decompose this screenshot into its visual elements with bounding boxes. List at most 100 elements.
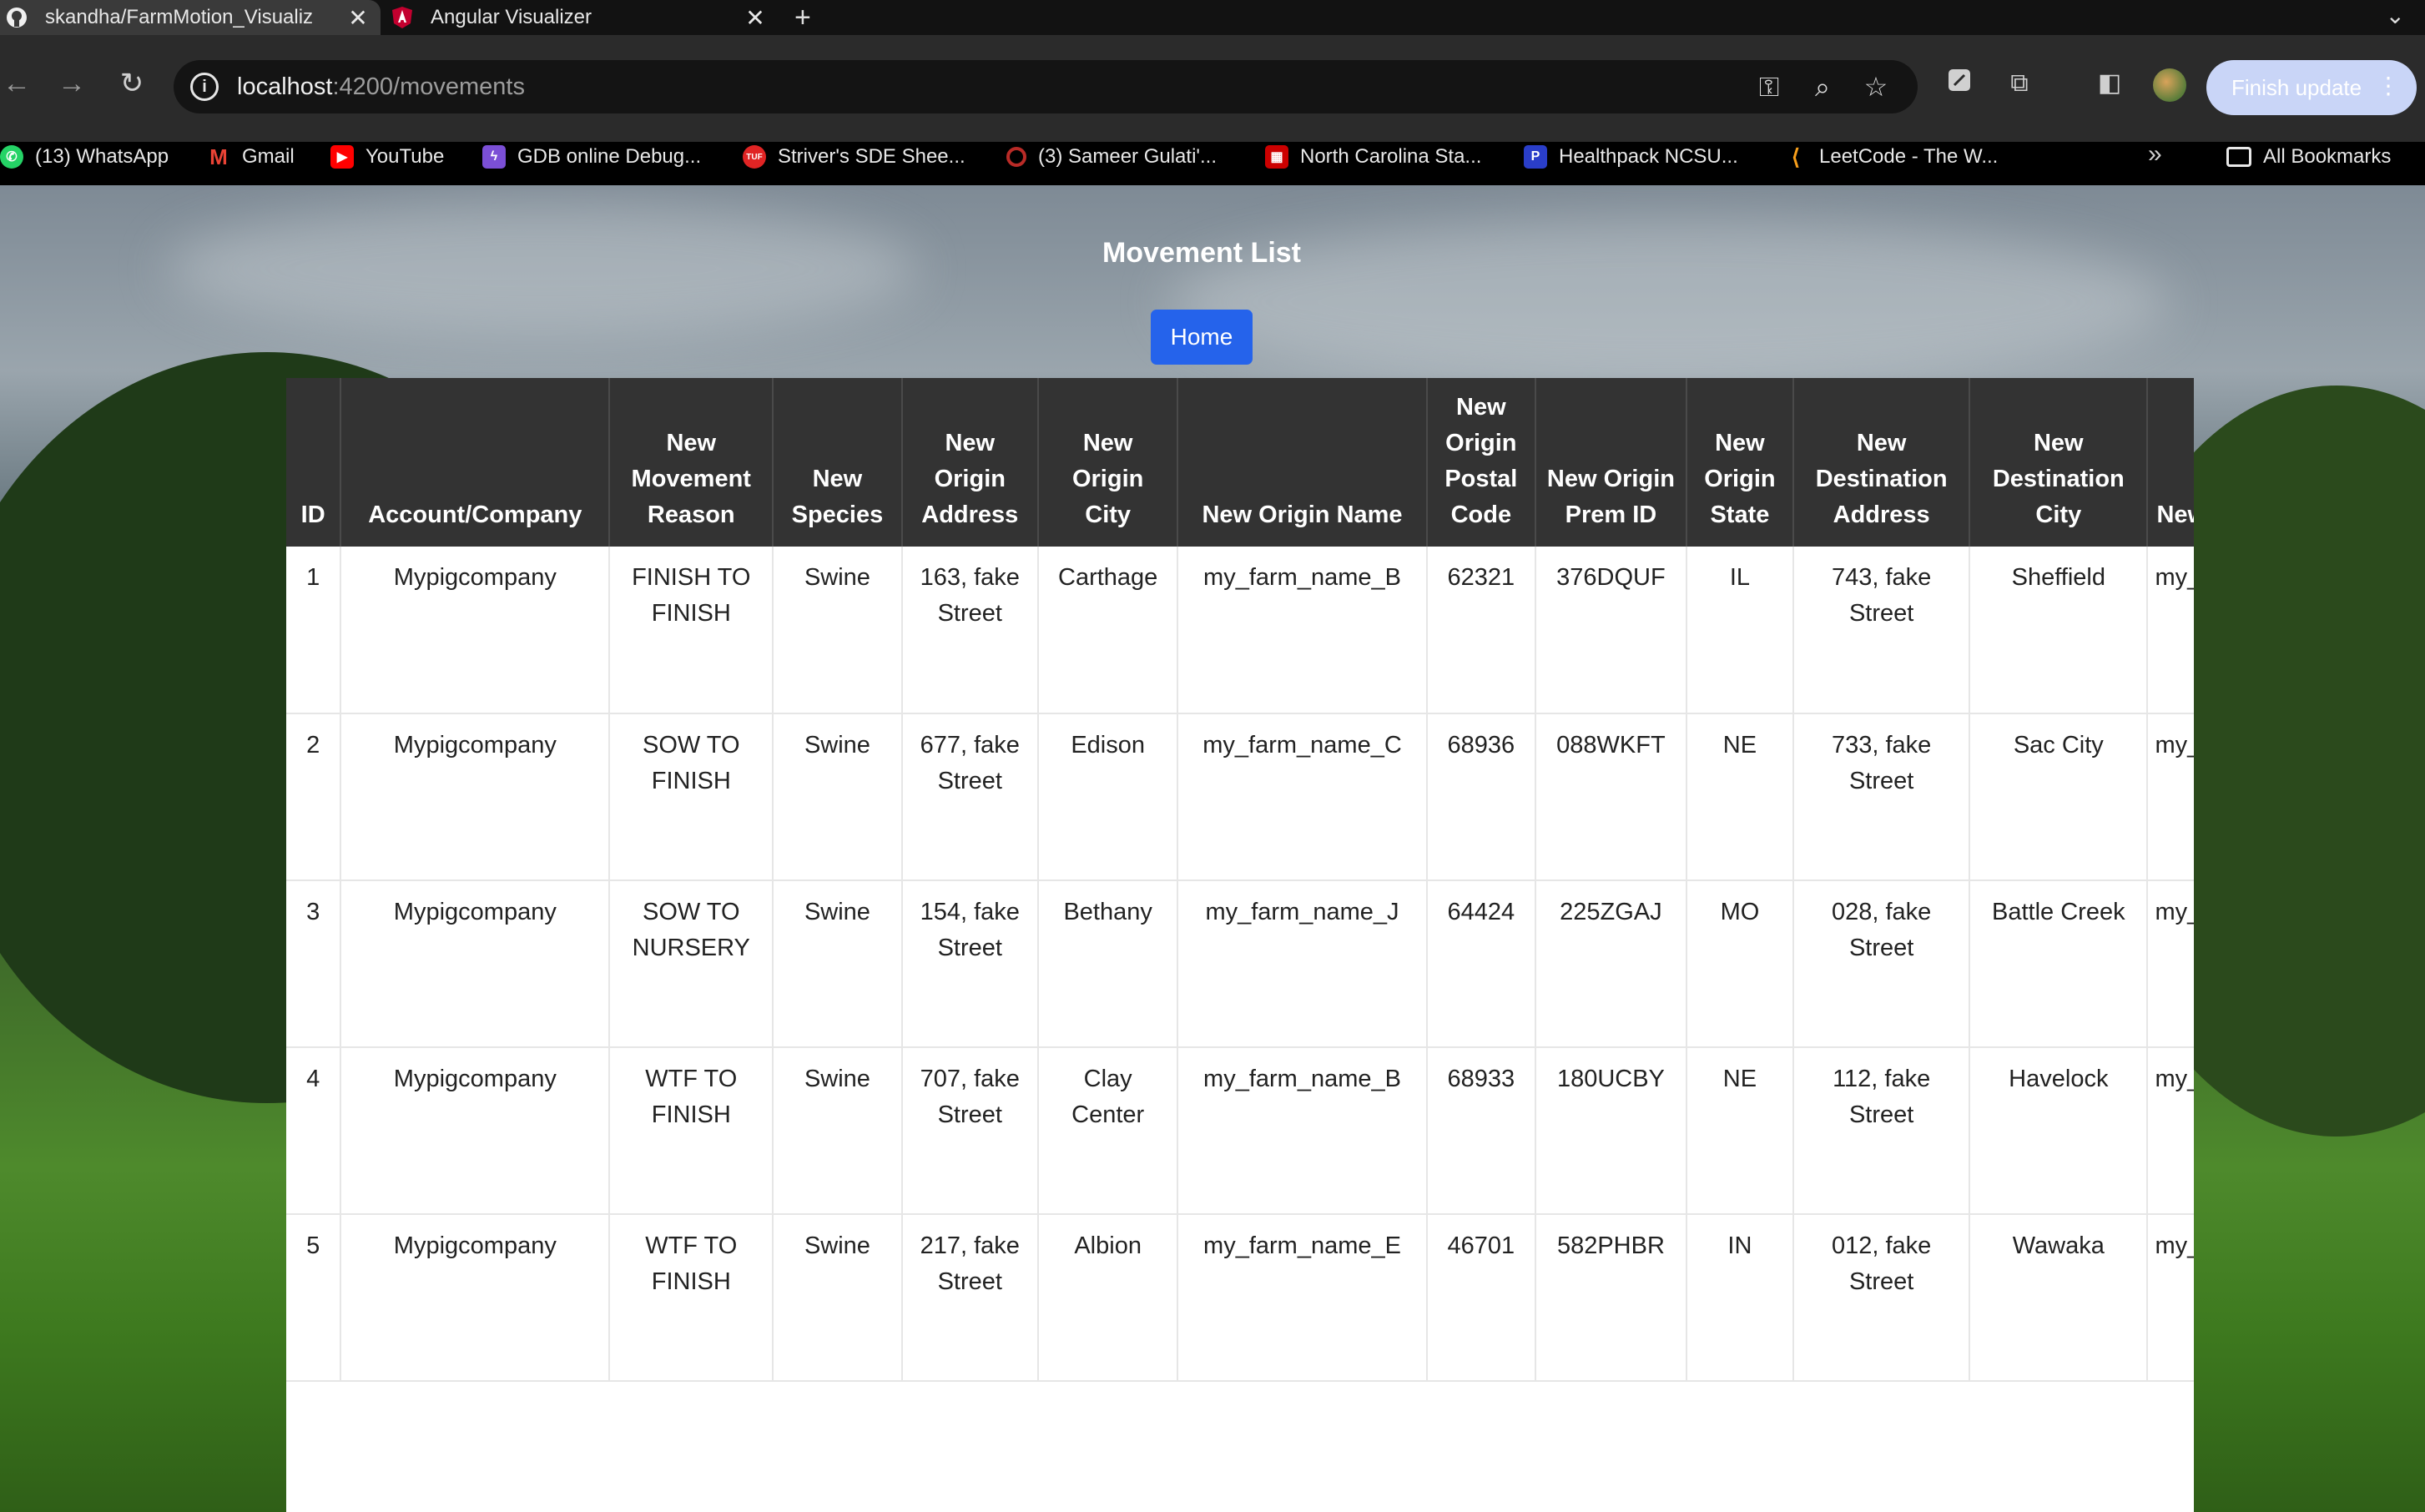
side-panel-icon[interactable]: ◧ [2093, 67, 2126, 100]
table-cell: my_farm_name_ [2147, 547, 2194, 714]
all-bookmarks-folder[interactable]: All Bookmarks [2226, 140, 2391, 174]
url-path: :4200/movements [332, 73, 525, 100]
table-cell: 154, fake Street [901, 880, 1039, 1048]
table-cell: Wawaka [1969, 1214, 2149, 1382]
table-header-row: ID Account/Company New Movement Reason N… [286, 378, 2194, 547]
extensions-puzzle-icon[interactable]: ⧉ [2003, 67, 2036, 100]
close-icon[interactable]: ✕ [741, 4, 769, 32]
table-cell: 582PHBR [1535, 1214, 1687, 1382]
gmail-icon: M [209, 144, 228, 169]
bookmark-youtube[interactable]: ▶ YouTube [330, 140, 444, 174]
page-viewport: Movement List Home ID Account/Company Ne… [0, 185, 2425, 1512]
table-cell: Mypigcompany [340, 547, 611, 714]
table-cell: WTF TO FINISH [609, 1214, 774, 1382]
bookmark-striver[interactable]: TUF Striver's SDE Shee... [743, 140, 965, 174]
table-cell: my_farm_name_E [1177, 1214, 1428, 1382]
bookmark-healthpack[interactable]: P Healthpack NCSU... [1524, 140, 1738, 174]
table-row: 4 Mypigcompany WTF TO FINISH Swine 707, fake… [286, 1047, 2194, 1215]
table-cell: MO [1686, 880, 1795, 1048]
bookmark-label: North Carolina Sta... [1300, 145, 1482, 168]
table-cell: 376DQUF [1535, 547, 1687, 714]
close-icon[interactable]: ✕ [344, 4, 372, 32]
folder-icon [2226, 147, 2251, 167]
table-cell: 1 [286, 547, 342, 714]
bookmark-label: Gmail [242, 145, 295, 168]
table-cell: 225ZGAJ [1535, 880, 1687, 1048]
finish-update-button[interactable]: Finish update ⋮ [2206, 60, 2417, 115]
table-cell: IL [1686, 547, 1795, 714]
ncsu-icon: ▦ [1265, 145, 1288, 169]
table-cell: 180UCBY [1535, 1047, 1687, 1215]
table-cell: Edison [1037, 713, 1179, 881]
bookmark-whatsapp[interactable]: ✆ (13) WhatsApp [0, 140, 169, 174]
address-bar[interactable]: i localhost:4200/movements ⚿ ⌕ ☆ [174, 60, 1918, 113]
page-title: Movement List [1102, 237, 1302, 269]
bookmark-gdb[interactable]: ϟ GDB online Debug... [482, 140, 701, 174]
table-row: 3 Mypigcompany SOW TO NURSERY Swine 154, fak… [286, 880, 2194, 1048]
bookmark-label: Healthpack NCSU... [1559, 145, 1738, 168]
col-header-species: New Species [773, 378, 903, 547]
tab-angular-visualizer[interactable]: Angular Visualizer ✕ [386, 0, 778, 35]
new-tab-plus-icon[interactable]: + [794, 2, 811, 34]
profile-avatar[interactable] [2153, 68, 2186, 102]
url-host: localhost [237, 73, 333, 100]
bookmark-star-icon[interactable]: ☆ [1859, 70, 1893, 103]
back-arrow-icon[interactable]: ← [0, 67, 33, 100]
table-cell: Mypigcompany [340, 713, 611, 881]
table-cell: Battle Creek [1969, 880, 2149, 1048]
table-cell: Havelock [1969, 1047, 2149, 1215]
table-cell: 088WKFT [1535, 713, 1687, 881]
table-cell: 028, fake Street [1793, 880, 1971, 1048]
tab-farmmotion[interactable]: skandha/FarmMotion_Visualiz ✕ [0, 0, 381, 35]
zoom-icon[interactable]: ⌕ [1806, 70, 1839, 103]
angular-icon [391, 6, 414, 29]
table-cell: NE [1686, 1047, 1795, 1215]
col-header-origin-name: New Origin Name [1177, 378, 1428, 547]
col-header-origin-postal-code: New Origin Postal Code [1426, 378, 1537, 547]
table-cell: my_farm_name_C [1177, 713, 1428, 881]
movement-table-container[interactable]: ID Account/Company New Movement Reason N… [286, 378, 2194, 1512]
table-cell: 4 [286, 1047, 342, 1215]
table-cell: NE [1686, 713, 1795, 881]
col-header-origin-city: New Origin City [1037, 378, 1179, 547]
table-cell: Swine [773, 547, 903, 714]
more-menu-icon[interactable]: ⋮ [2377, 72, 2400, 99]
table-cell: Swine [773, 1214, 903, 1382]
home-button[interactable]: Home [1151, 310, 1253, 365]
table-cell: 163, fake Street [901, 547, 1039, 714]
bookmark-label: GDB online Debug... [517, 145, 702, 168]
tab-search-chevron-icon[interactable]: ⌄ [2386, 2, 2405, 29]
tab-title: skandha/FarmMotion_Visualiz [45, 6, 314, 28]
table-cell: Carthage [1037, 547, 1179, 714]
table-cell: 733, fake Street [1793, 713, 1971, 881]
forward-arrow-icon[interactable]: → [55, 67, 88, 100]
gdb-icon: ϟ [482, 145, 506, 169]
reload-icon[interactable]: ↻ [115, 67, 149, 100]
table-cell: IN [1686, 1214, 1795, 1382]
bookmark-quora[interactable]: (3) Sameer Gulati'... [1006, 140, 1217, 174]
col-header-account-company: Account/Company [340, 378, 611, 547]
bookmark-gmail[interactable]: M Gmail [207, 140, 295, 174]
table-cell: 743, fake Street [1793, 547, 1971, 714]
table-cell: Swine [773, 880, 903, 1048]
col-header-destination-name: New Destination Name [2147, 378, 2194, 547]
bookmark-label: LeetCode - The W... [1819, 145, 1999, 168]
col-header-movement-reason: New Movement Reason [609, 378, 774, 547]
site-info-icon[interactable]: i [190, 73, 219, 101]
extension-icon[interactable] [1943, 67, 1976, 100]
table-cell: Sheffield [1969, 547, 2149, 714]
bookmark-leetcode[interactable]: ⟨ LeetCode - The W... [1784, 140, 1998, 174]
table-cell: Bethany [1037, 880, 1179, 1048]
table-cell: 112, fake Street [1793, 1047, 1971, 1215]
bookmark-ncsu[interactable]: ▦ North Carolina Sta... [1265, 140, 1481, 174]
table-cell: Mypigcompany [340, 880, 611, 1048]
quora-icon [1006, 147, 1026, 167]
key-icon[interactable]: ⚿ [1752, 70, 1786, 103]
table-body: 1 Mypigcompany FINISH TO FINISH Swine 163, f… [286, 547, 2194, 1382]
table-cell: 2 [286, 713, 342, 881]
table-cell: 68933 [1426, 1047, 1537, 1215]
col-header-destination-city: New Destination City [1969, 378, 2149, 547]
youtube-icon: ▶ [330, 145, 354, 169]
bookmarks-overflow-chevron-icon[interactable]: » [2148, 140, 2162, 169]
table-cell: my_farm_name_B [1177, 1047, 1428, 1215]
